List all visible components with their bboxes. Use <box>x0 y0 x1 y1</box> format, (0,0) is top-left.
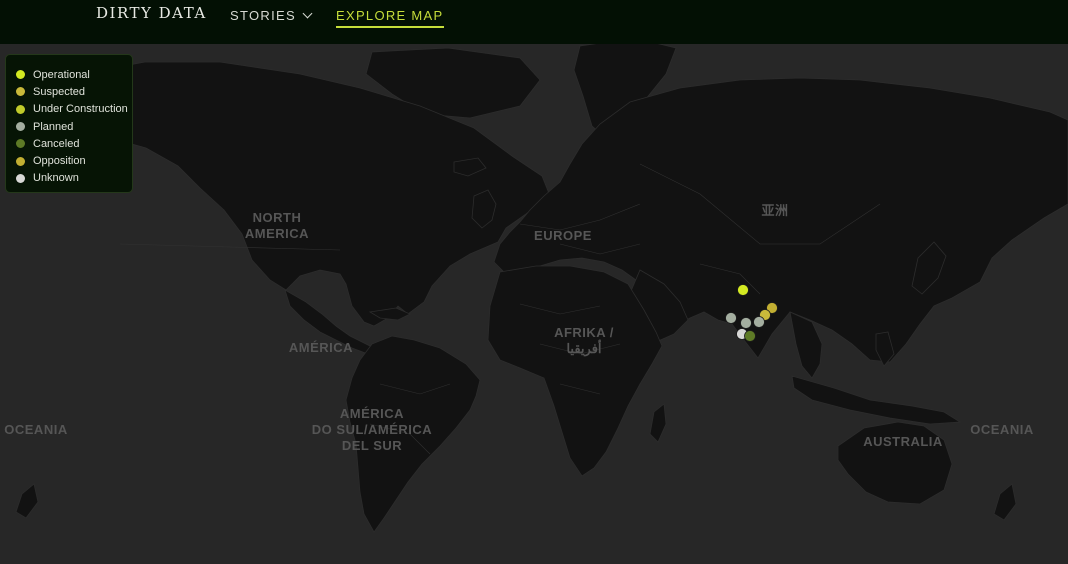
map-label-europe: EUROPE <box>534 228 592 243</box>
map-label-australia: AUSTRALIA <box>863 434 943 449</box>
legend-dot-icon <box>16 139 25 149</box>
legend-label: Under Construction <box>33 103 128 116</box>
plant-marker-canceled[interactable] <box>744 330 756 342</box>
map-canvas[interactable]: NORTH AMERICA AMÉRICA AMÉRICA DO SUL/AMÉ… <box>0 37 1068 559</box>
legend-item-unknown[interactable]: Unknown <box>16 170 132 187</box>
legend-label: Operational <box>33 68 90 81</box>
status-legend: Operational Suspected Under Construction… <box>5 54 133 193</box>
chevron-down-icon <box>302 8 313 19</box>
map-label-america: AMÉRICA <box>289 340 353 355</box>
map-label-asia: 亚洲 <box>761 203 788 218</box>
brand-logo[interactable]: DIRTY DATA <box>96 4 207 22</box>
world-map[interactable]: NORTH AMERICA AMÉRICA AMÉRICA DO SUL/AMÉ… <box>0 37 1068 559</box>
legend-label: Canceled <box>33 137 80 150</box>
plant-marker-planned[interactable] <box>740 317 752 329</box>
legend-label: Suspected <box>33 85 85 98</box>
plant-marker-planned[interactable] <box>725 312 737 324</box>
plant-marker-planned[interactable] <box>753 316 765 328</box>
legend-item-suspected[interactable]: Suspected <box>16 83 132 100</box>
stories-menu[interactable]: STORIES <box>230 8 313 23</box>
plant-marker-operational[interactable] <box>737 284 749 296</box>
top-navigation-bar: DIRTY DATA STORIES EXPLORE MAP <box>0 0 1068 44</box>
map-label-north-america-1: NORTH <box>253 210 302 225</box>
legend-dot-icon <box>16 70 25 80</box>
map-label-south-america-1: AMÉRICA <box>340 406 404 421</box>
legend-label: Planned <box>33 120 74 133</box>
legend-dot-icon <box>16 87 25 97</box>
map-label-africa-1: AFRIKA / <box>554 325 614 340</box>
legend-label: Unknown <box>33 172 79 185</box>
legend-dot-icon <box>16 104 25 114</box>
legend-item-under-construction[interactable]: Under Construction <box>16 101 132 118</box>
legend-dot-icon <box>16 122 25 132</box>
map-label-oceania-right: OCEANIA <box>970 422 1034 437</box>
legend-label: Opposition <box>33 155 86 168</box>
legend-item-canceled[interactable]: Canceled <box>16 135 132 152</box>
map-label-south-america-2: DO SUL/AMÉRICA <box>312 422 433 437</box>
map-label-africa-2: أفريقيا <box>566 340 601 357</box>
map-label-south-america-3: DEL SUR <box>342 438 402 453</box>
map-label-oceania-left: OCEANIA <box>4 422 68 437</box>
legend-item-planned[interactable]: Planned <box>16 118 132 135</box>
legend-dot-icon <box>16 156 25 166</box>
stories-label: STORIES <box>230 8 296 23</box>
legend-item-opposition[interactable]: Opposition <box>16 152 132 169</box>
legend-item-operational[interactable]: Operational <box>16 66 132 83</box>
map-label-north-america-2: AMERICA <box>245 226 309 241</box>
legend-dot-icon <box>16 173 25 183</box>
explore-map-link[interactable]: EXPLORE MAP <box>336 8 444 28</box>
